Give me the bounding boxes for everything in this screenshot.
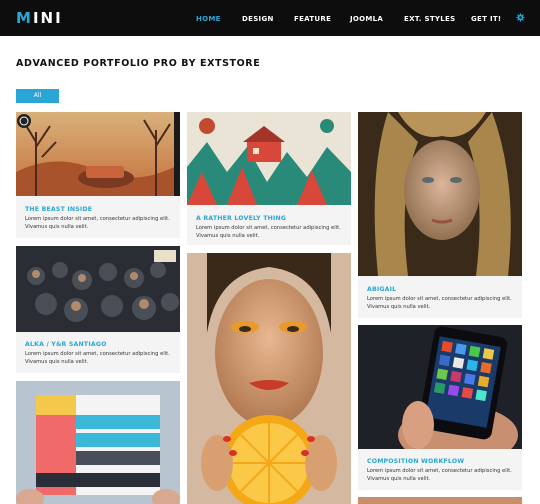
card-image[interactable] <box>16 381 180 504</box>
card-image[interactable] <box>358 112 522 276</box>
logo-text: INI <box>32 9 63 27</box>
top-navbar: MINI HOME DESIGN FEATURE JOOMLA EXT. STY… <box>0 0 540 36</box>
portfolio-card-alka[interactable]: ALKA / Y&R SANTIAGO Lorem ipsum dolor si… <box>16 246 180 373</box>
filter-all-button[interactable]: All <box>16 89 59 103</box>
card-description: Lorem ipsum dolor sit amet, consectetur … <box>367 296 512 310</box>
card-description: Lorem ipsum dolor sit amet, consectetur … <box>367 468 512 482</box>
portfolio-card-abigail[interactable]: ABIGAIL Lorem ipsum dolor sit amet, cons… <box>358 112 522 318</box>
card-title[interactable]: ABIGAIL <box>367 286 396 293</box>
nav-ext-styles[interactable]: EXT. STYLES <box>404 15 455 23</box>
gear-icon[interactable] <box>516 13 525 22</box>
portfolio-card-lovely-thing[interactable]: A RATHER LOVELY THING Lorem ipsum dolor … <box>187 112 351 245</box>
portfolio-card-orange[interactable] <box>187 253 351 504</box>
site-logo[interactable]: MINI <box>16 9 63 27</box>
page-title: ADVANCED PORTFOLIO PRO BY EXTSTORE <box>16 58 261 69</box>
card-description: Lorem ipsum dolor sit amet, consectetur … <box>25 216 170 230</box>
portfolio-card-composition[interactable]: COMPOSITION WORKFLOW Lorem ipsum dolor s… <box>358 325 522 490</box>
card-image[interactable] <box>187 112 351 205</box>
portfolio-card-beast[interactable]: THE BEAST INSIDE Lorem ipsum dolor sit a… <box>16 112 180 238</box>
nav-feature[interactable]: FEATURE <box>294 15 331 23</box>
nav-design[interactable]: DESIGN <box>242 15 274 23</box>
card-image[interactable] <box>358 325 522 449</box>
card-title[interactable]: COMPOSITION WORKFLOW <box>367 458 464 465</box>
card-description: Lorem ipsum dolor sit amet, consectetur … <box>196 225 341 239</box>
portfolio-card-app-ui[interactable] <box>16 381 180 504</box>
card-description: Lorem ipsum dolor sit amet, consectetur … <box>25 351 170 365</box>
card-title[interactable]: THE BEAST INSIDE <box>25 206 92 213</box>
card-title[interactable]: ALKA / Y&R SANTIAGO <box>25 341 107 348</box>
card-image[interactable] <box>187 253 351 504</box>
card-title[interactable]: A RATHER LOVELY THING <box>196 215 286 222</box>
nav-get-it[interactable]: GET IT! <box>471 15 501 23</box>
nav-home[interactable]: HOME <box>196 15 221 23</box>
nav-joomla[interactable]: JOOMLA <box>350 15 383 23</box>
logo-letter: M <box>16 9 33 27</box>
card-image[interactable] <box>16 112 180 196</box>
card-image[interactable] <box>16 246 180 332</box>
portfolio-card-partial[interactable] <box>358 497 522 504</box>
